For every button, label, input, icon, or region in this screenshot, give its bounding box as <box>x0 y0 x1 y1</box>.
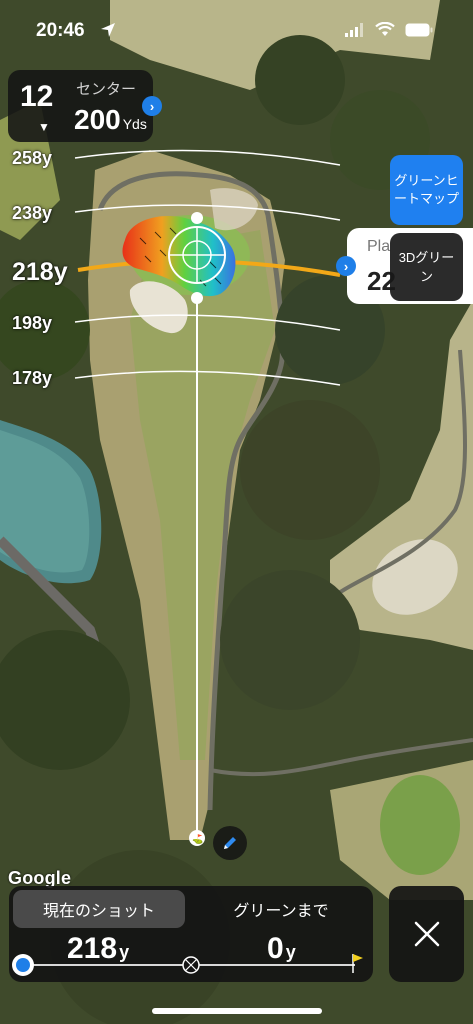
distance-label-198: 198y <box>12 313 53 333</box>
edit-pin-button[interactable] <box>213 826 247 860</box>
hole-number: 12 <box>20 80 54 113</box>
hole-distance-value: 200 <box>74 104 121 135</box>
distance-label-258: 258y <box>12 148 53 168</box>
chevron-right-icon: › <box>343 258 349 274</box>
ball-position-icon <box>16 958 30 972</box>
hole-select-chevron-icon[interactable]: ▼ <box>38 120 50 134</box>
green-heatmap-button[interactable]: グリーンヒートマップ <box>390 155 463 225</box>
chevron-right-icon: › <box>149 98 155 114</box>
to-green-distance: 0y <box>267 932 296 966</box>
distance-label-178: 178y <box>12 368 53 388</box>
close-icon <box>414 921 439 947</box>
current-shot-distance: 218 y <box>67 932 129 966</box>
hole-distance: 200 Yds <box>74 104 147 136</box>
distance-label-218: 218y <box>12 258 68 286</box>
current-shot-unit: y <box>119 942 130 962</box>
status-time: 20:46 <box>36 20 85 41</box>
location-arrow-icon <box>101 23 115 37</box>
target-crosshair <box>168 226 226 284</box>
close-button[interactable] <box>389 886 464 982</box>
hole-info-expand-button[interactable]: › <box>142 96 162 116</box>
signal-icon <box>345 22 363 37</box>
home-indicator[interactable] <box>152 1008 322 1014</box>
hole-target-label: センター <box>76 81 137 98</box>
current-shot-value: 218 <box>67 932 118 965</box>
crosshair-icon[interactable] <box>181 955 201 975</box>
distance-label-238: 238y <box>12 203 53 223</box>
green-3d-button[interactable]: 3Dグリーン <box>390 233 463 301</box>
status-icons <box>345 22 433 37</box>
wifi-icon <box>375 22 395 36</box>
svg-text:⛳: ⛳ <box>192 833 203 845</box>
shot-distance-panel: 現在のショット グリーンまで 218 y 0y <box>9 886 373 982</box>
tab-current-shot[interactable]: 現在のショット <box>13 890 185 928</box>
plays-like-expand-button[interactable]: › <box>336 256 356 276</box>
hole-distance-unit: Yds <box>122 116 147 132</box>
to-green-unit: y <box>285 942 296 962</box>
flag-icon <box>352 954 363 973</box>
slider-start-handle[interactable] <box>12 954 34 976</box>
battery-icon <box>405 23 433 36</box>
plays-like-label: Pla <box>367 238 391 255</box>
pencil-icon <box>224 837 236 849</box>
to-green-value: 0 <box>267 932 284 965</box>
hole-info-panel[interactable]: 12 ▼ センター 200 Yds <box>8 70 153 142</box>
status-bar: 20:46 <box>0 0 473 56</box>
tab-to-green[interactable]: グリーンまで <box>195 890 367 928</box>
